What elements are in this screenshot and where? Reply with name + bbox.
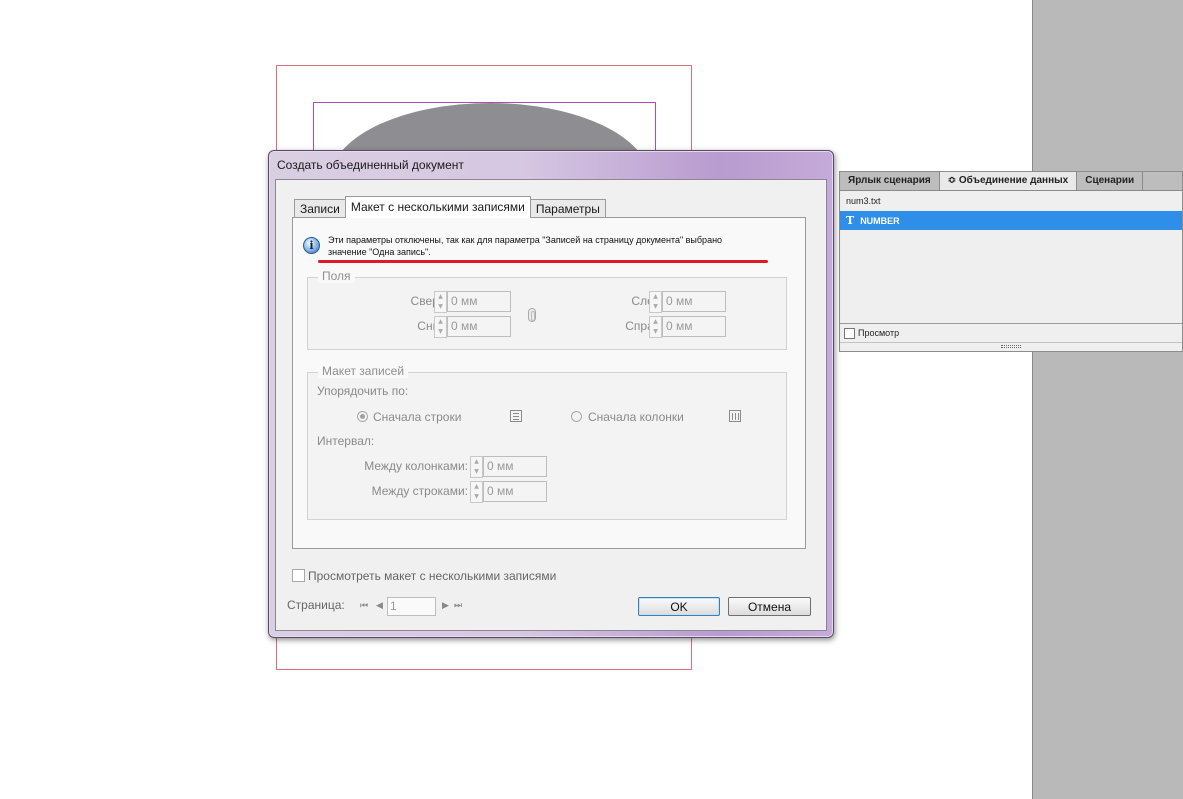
- down-arrow-icon: ▼: [438, 303, 443, 310]
- rows-first-label: Сначала строки: [373, 410, 462, 424]
- data-source-file: num3.txt: [846, 196, 881, 206]
- margins-legend: Поля: [318, 269, 355, 283]
- panel-preview-row: Просмотр: [840, 324, 1182, 342]
- tab-options[interactable]: Параметры: [529, 199, 606, 218]
- margins-group: Поля Сверху: ▲▼ 0 мм Снизу: ▲▼ 0 мм Слев…: [307, 269, 787, 350]
- between-rows-field[interactable]: 0 мм: [483, 481, 547, 502]
- page-number-field[interactable]: 1: [387, 597, 436, 616]
- spacing-label: Интервал:: [317, 434, 375, 448]
- pasteboard-area: [1032, 0, 1183, 799]
- first-page-icon[interactable]: ⏮: [360, 601, 368, 611]
- red-underline-annotation: [318, 260, 768, 263]
- up-arrow-icon: ▲: [474, 483, 479, 490]
- link-margins-icon[interactable]: [528, 308, 536, 322]
- up-arrow-icon: ▲: [653, 318, 658, 325]
- dialog-tab-bar: Записи Макет с несколькими записями Пара…: [294, 196, 606, 218]
- next-page-icon[interactable]: ▶: [442, 601, 449, 611]
- merge-field-number[interactable]: T NUMBER: [840, 211, 1182, 230]
- tab-script-label[interactable]: Ярлык сценария: [840, 172, 940, 190]
- panel-preview-label: Просмотр: [858, 328, 900, 338]
- merge-field-label: NUMBER: [860, 215, 900, 226]
- merge-field-list: [840, 230, 1182, 324]
- bottom-margin-field[interactable]: 0 мм: [447, 316, 511, 337]
- bottom-margin-stepper[interactable]: ▲ ▼: [434, 316, 447, 338]
- info-text: Эти параметры отключены, так как для пар…: [328, 234, 722, 258]
- up-arrow-icon: ▲: [653, 293, 658, 300]
- data-merge-panel: Ярлык сценария ≎ Объединение данных Сцен…: [839, 171, 1183, 352]
- right-margin-stepper[interactable]: ▲ ▼: [649, 316, 662, 338]
- between-columns-field[interactable]: 0 мм: [483, 456, 547, 477]
- info-icon: i: [303, 237, 320, 254]
- dialog-title: Создать объединенный документ: [277, 158, 464, 172]
- disabled-info-message: i Эти параметры отключены, так как для п…: [303, 234, 773, 258]
- left-margin-stepper[interactable]: ▲ ▼: [649, 291, 662, 313]
- panel-tab-bar: Ярлык сценария ≎ Объединение данных Сцен…: [840, 172, 1182, 191]
- tab-scripts[interactable]: Сценарии: [1077, 172, 1144, 190]
- columns-first-radio[interactable]: [571, 411, 582, 422]
- record-layout-legend: Макет записей: [318, 364, 409, 378]
- record-layout-group: Макет записей Упорядочить по: Сначала ст…: [307, 364, 787, 520]
- panel-preview-checkbox[interactable]: [844, 327, 855, 339]
- up-arrow-icon: ▲: [438, 293, 443, 300]
- top-margin-stepper[interactable]: ▲ ▼: [434, 291, 447, 313]
- between-rows-label: Между строками:: [371, 484, 468, 498]
- between-columns-stepper[interactable]: ▲ ▼: [470, 456, 483, 478]
- down-arrow-icon: ▼: [438, 328, 443, 335]
- prev-page-icon[interactable]: ◀: [376, 601, 383, 611]
- multiple-record-layout-panel: i Эти параметры отключены, так как для п…: [292, 217, 806, 549]
- top-margin-field[interactable]: 0 мм: [447, 291, 511, 312]
- ok-button[interactable]: OK: [638, 597, 720, 616]
- rows-first-icon: [510, 410, 522, 422]
- down-arrow-icon: ▼: [653, 328, 658, 335]
- cancel-button[interactable]: Отмена: [728, 597, 811, 616]
- down-arrow-icon: ▼: [653, 303, 658, 310]
- panel-resize-grip[interactable]: [840, 342, 1182, 350]
- info-text-line2: значение "Одна запись".: [328, 247, 431, 257]
- rows-first-radio[interactable]: [357, 411, 368, 422]
- info-text-line1: Эти параметры отключены, так как для пар…: [328, 235, 723, 245]
- order-by-label: Упорядочить по:: [317, 384, 409, 398]
- page-label: Страница:: [287, 598, 345, 612]
- text-field-icon: T: [846, 214, 855, 227]
- preview-multiple-layout-label: Просмотреть макет с несколькими записями: [308, 569, 557, 583]
- create-merged-document-dialog: Создать объединенный документ Записи Мак…: [268, 150, 834, 638]
- last-page-icon[interactable]: ⏭: [454, 601, 462, 611]
- dialog-body: Записи Макет с несколькими записями Пара…: [275, 179, 827, 631]
- up-arrow-icon: ▲: [438, 318, 443, 325]
- grip-icon: [1001, 345, 1021, 348]
- tab-multiple-record-layout[interactable]: Макет с несколькими записями: [344, 196, 531, 218]
- up-arrow-icon: ▲: [474, 458, 479, 465]
- tab-records[interactable]: Записи: [294, 199, 346, 218]
- tab-data-merge[interactable]: ≎ Объединение данных: [939, 172, 1078, 190]
- right-margin-field[interactable]: 0 мм: [662, 316, 726, 337]
- workspace: Ярлык сценария ≎ Объединение данных Сцен…: [0, 0, 1183, 799]
- down-arrow-icon: ▼: [474, 493, 479, 500]
- between-rows-stepper[interactable]: ▲ ▼: [470, 481, 483, 503]
- preview-multiple-layout-checkbox[interactable]: [292, 569, 305, 582]
- columns-first-icon: [729, 410, 741, 422]
- between-columns-label: Между колонками:: [364, 459, 468, 473]
- left-margin-field[interactable]: 0 мм: [662, 291, 726, 312]
- down-arrow-icon: ▼: [474, 468, 479, 475]
- columns-first-label: Сначала колонки: [588, 410, 684, 424]
